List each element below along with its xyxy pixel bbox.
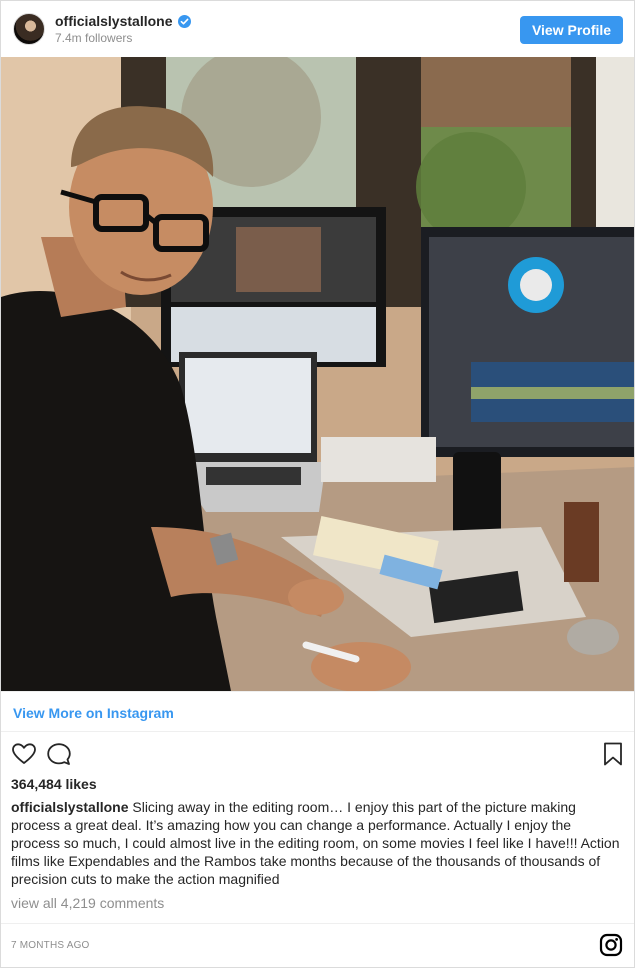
instagram-icon[interactable] xyxy=(599,933,623,957)
avatar[interactable] xyxy=(13,13,45,45)
bookmark-icon[interactable] xyxy=(600,741,626,767)
post-timestamp: 7 MONTHS AGO xyxy=(11,940,90,951)
like-count[interactable]: 364,484 likes xyxy=(11,776,97,792)
view-comments-link[interactable]: view all 4,219 comments xyxy=(11,895,164,911)
divider xyxy=(1,691,634,692)
post-photo[interactable] xyxy=(1,57,634,691)
follower-count: 7.4m followers xyxy=(55,31,133,45)
username-row: officialslystallone xyxy=(55,13,192,29)
username[interactable]: officialslystallone xyxy=(55,13,172,29)
divider xyxy=(1,731,634,732)
divider xyxy=(1,923,634,924)
view-more-link[interactable]: View More on Instagram xyxy=(13,705,174,721)
caption-username[interactable]: officialslystallone xyxy=(11,799,128,815)
instagram-embed-card: officialslystallone 7.4m followers View … xyxy=(0,0,635,968)
heart-icon[interactable] xyxy=(11,741,37,767)
comment-icon[interactable] xyxy=(46,741,72,767)
view-profile-button[interactable]: View Profile xyxy=(520,16,623,44)
action-bar xyxy=(1,741,634,773)
post-header: officialslystallone 7.4m followers View … xyxy=(1,1,634,57)
verified-badge-icon xyxy=(178,14,192,28)
caption: officialslystallone Slicing away in the … xyxy=(11,798,623,888)
